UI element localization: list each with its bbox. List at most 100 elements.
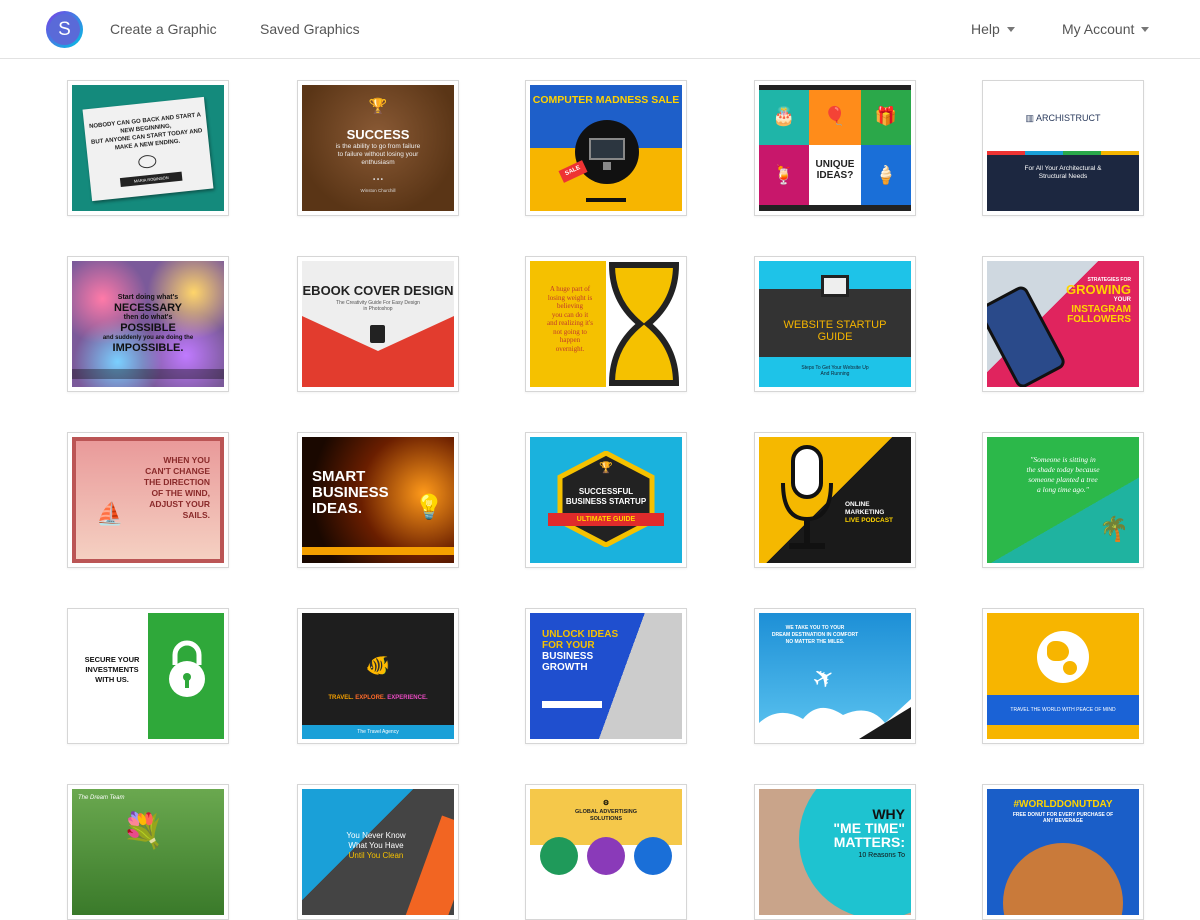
monitor-icon	[575, 120, 639, 184]
title-line: ONLINE	[845, 501, 870, 508]
author-text: Winston Churchill	[360, 188, 396, 193]
template-card-1[interactable]: NOBODY CAN GO BACK AND START A NEW BEGIN…	[67, 80, 229, 216]
quote-line: is the ability to go from failure	[335, 143, 421, 150]
template-card-21[interactable]: The Dream Team 💐	[67, 784, 229, 920]
template-card-18[interactable]: UNLOCK IDEAS FOR YOUR BUSINESS GROWTH	[525, 608, 687, 744]
quote-line: OF THE WIND,	[151, 488, 210, 498]
title-line: IDEAS.	[312, 500, 363, 517]
template-thumbnail: A huge part of losing weight is believin…	[530, 261, 682, 387]
title-line: FOR YOUR	[542, 640, 595, 651]
app-logo[interactable]: S	[46, 11, 83, 48]
template-card-7[interactable]: EBOOK COVER DESIGN The Creativity Guide …	[297, 256, 459, 392]
template-card-20[interactable]: TRAVEL THE WORLD WITH PEACE OF MIND	[982, 608, 1144, 744]
template-card-22[interactable]: You Never Know What You Have Until You C…	[297, 784, 459, 920]
globe-icon	[1037, 631, 1089, 683]
account-label: My Account	[1062, 21, 1135, 37]
balloon-tile: 🎈	[809, 90, 861, 145]
template-card-13[interactable]: 🏆 SUCCESSFUL BUSINESS STARTUP ULTIMATE G…	[525, 432, 687, 568]
template-card-2[interactable]: 🏆 SUCCESS is the ability to go from fail…	[297, 80, 459, 216]
title-line: UNLOCK IDEAS	[542, 629, 619, 640]
quote-line: "Someone is sitting in	[1030, 455, 1096, 464]
cta-bar	[586, 198, 626, 202]
donut-shape	[1003, 843, 1123, 915]
tagline: Structural Needs	[1038, 173, 1088, 180]
title-line: SMART	[312, 468, 366, 485]
chevron-down-icon	[1141, 27, 1150, 32]
quote-line: POSSIBLE	[120, 322, 176, 334]
title-line: GUIDE	[817, 331, 853, 343]
quote-line: a long time ago."	[1037, 485, 1089, 494]
template-thumbnail: ▥ ARCHISTRUCT For All Your Architectural…	[987, 85, 1139, 211]
brand-text: ARCHISTRUCT	[1036, 113, 1101, 123]
template-card-9[interactable]: WEBSITE STARTUP GUIDE Steps To Get Your …	[754, 256, 916, 392]
template-thumbnail: SMART BUSINESS IDEAS. 💡	[302, 437, 454, 563]
quote-line: someone planted a tree	[1028, 475, 1098, 484]
quote-line: THE DIRECTION	[143, 477, 210, 487]
template-card-12[interactable]: SMART BUSINESS IDEAS. 💡	[297, 432, 459, 568]
note-paper: NOBODY CAN GO BACK AND START A NEW BEGIN…	[82, 96, 214, 202]
template-card-19[interactable]: WE TAKE YOU TO YOUR DREAM DESTINATION IN…	[754, 608, 916, 744]
template-card-5[interactable]: ▥ ARCHISTRUCT For All Your Architectural…	[982, 80, 1144, 216]
title-line: WITH US.	[95, 675, 129, 684]
quote-line: you can do it	[551, 310, 589, 319]
quote-line: believing	[556, 302, 584, 310]
template-card-23[interactable]: ⚙ GLOBAL ADVERTISING SOLUTIONS	[525, 784, 687, 920]
template-card-3[interactable]: COMPUTER MADNESS SALE SALE	[525, 80, 687, 216]
nav-saved-graphics[interactable]: Saved Graphics	[260, 21, 360, 37]
title-line: MATTERS:	[833, 834, 905, 850]
tagline: For All Your Architectural &	[1024, 165, 1102, 172]
quote-line: ADJUST YOUR	[149, 499, 210, 509]
title-line: WEBSITE STARTUP	[783, 319, 887, 331]
nav-create-graphic[interactable]: Create a Graphic	[110, 21, 217, 37]
sale-heading: COMPUTER MADNESS SALE	[532, 94, 680, 106]
airplane-icon: ✈	[806, 659, 841, 697]
template-card-14[interactable]: ONLINE MARKETING LIVE PODCAST	[754, 432, 916, 568]
title-line: BUSINESS	[542, 651, 594, 662]
top-navbar: S Create a Graphic Saved Graphics Help M…	[0, 0, 1200, 59]
author-tag: MARIA ROBINSON	[119, 171, 183, 188]
template-card-6[interactable]: Start doing what's NECESSARY then do wha…	[67, 256, 229, 392]
tagline-banner: TRAVEL THE WORLD WITH PEACE OF MIND	[987, 695, 1139, 725]
word: EXPLORE.	[355, 695, 386, 701]
word: TRAVEL.	[328, 695, 354, 701]
template-thumbnail: You Never Know What You Have Until You C…	[302, 789, 454, 915]
microphone-icon	[781, 445, 833, 549]
template-thumbnail: Start doing what's NECESSARY then do wha…	[72, 261, 224, 387]
help-label: Help	[971, 21, 1000, 37]
template-card-4[interactable]: 🎂 🎈 🎁 🍹 🍦 UNIQUE IDEAS?	[754, 80, 916, 216]
template-card-15[interactable]: "Someone is sitting in the shade today b…	[982, 432, 1144, 568]
nav-help-dropdown[interactable]: Help	[971, 21, 1015, 37]
nav-account-dropdown[interactable]: My Account	[1062, 21, 1150, 37]
agency-footer: The Travel Agency	[302, 725, 454, 739]
template-card-16[interactable]: SECURE YOUR INVESTMENTS WITH US.	[67, 608, 229, 744]
template-thumbnail: EBOOK COVER DESIGN The Creativity Guide …	[302, 261, 454, 387]
title-line: What You Have	[348, 841, 404, 850]
book-icon	[370, 325, 385, 343]
template-card-25[interactable]: #WORLDDONUTDAY FREE DONUT FOR EVERY PURC…	[982, 784, 1144, 920]
template-thumbnail: WEBSITE STARTUP GUIDE Steps To Get Your …	[759, 261, 911, 387]
subtitle: in Photoshop	[363, 306, 393, 312]
template-thumbnail: STRATEGIES FOR GROWING YOUR INSTAGRAM FO…	[987, 261, 1139, 387]
template-card-10[interactable]: STRATEGIES FOR GROWING YOUR INSTAGRAM FO…	[982, 256, 1144, 392]
title-line: You Never Know	[346, 831, 406, 840]
template-thumbnail: "Someone is sitting in the shade today b…	[987, 437, 1139, 563]
title-line: NO MATTER THE MILES.	[785, 639, 845, 645]
title-line: GROWTH	[542, 662, 588, 673]
badge-icon: ⚙	[602, 800, 610, 807]
bouquet-icon: 💐	[122, 812, 165, 850]
template-card-17[interactable]: 🐠 TRAVEL. EXPLORE. EXPERIENCE. The Trave…	[297, 608, 459, 744]
template-card-8[interactable]: A huge part of losing weight is believin…	[525, 256, 687, 392]
ribbon-banner: ULTIMATE GUIDE	[548, 513, 664, 526]
template-card-11[interactable]: ⛵ WHEN YOU CAN'T CHANGE THE DIRECTION OF…	[67, 432, 229, 568]
hourglass-icon	[606, 261, 682, 387]
ice-cream-tile: 🍦	[861, 145, 911, 205]
title-line: Until You Clean	[348, 851, 404, 860]
padlock-icon	[169, 640, 205, 697]
brand-name: ▥ ARCHISTRUCT	[987, 113, 1139, 124]
quote-line: IMPOSSIBLE.	[112, 342, 184, 354]
template-card-24[interactable]: WHY "ME TIME" MATTERS: 10 Reasons To	[754, 784, 916, 920]
quote-line: A huge part of	[549, 285, 591, 293]
palm-tree-icon: 🌴	[1099, 516, 1129, 543]
trophy-icon: 🏆	[368, 98, 388, 115]
title-line: LIVE PODCAST	[845, 517, 894, 524]
